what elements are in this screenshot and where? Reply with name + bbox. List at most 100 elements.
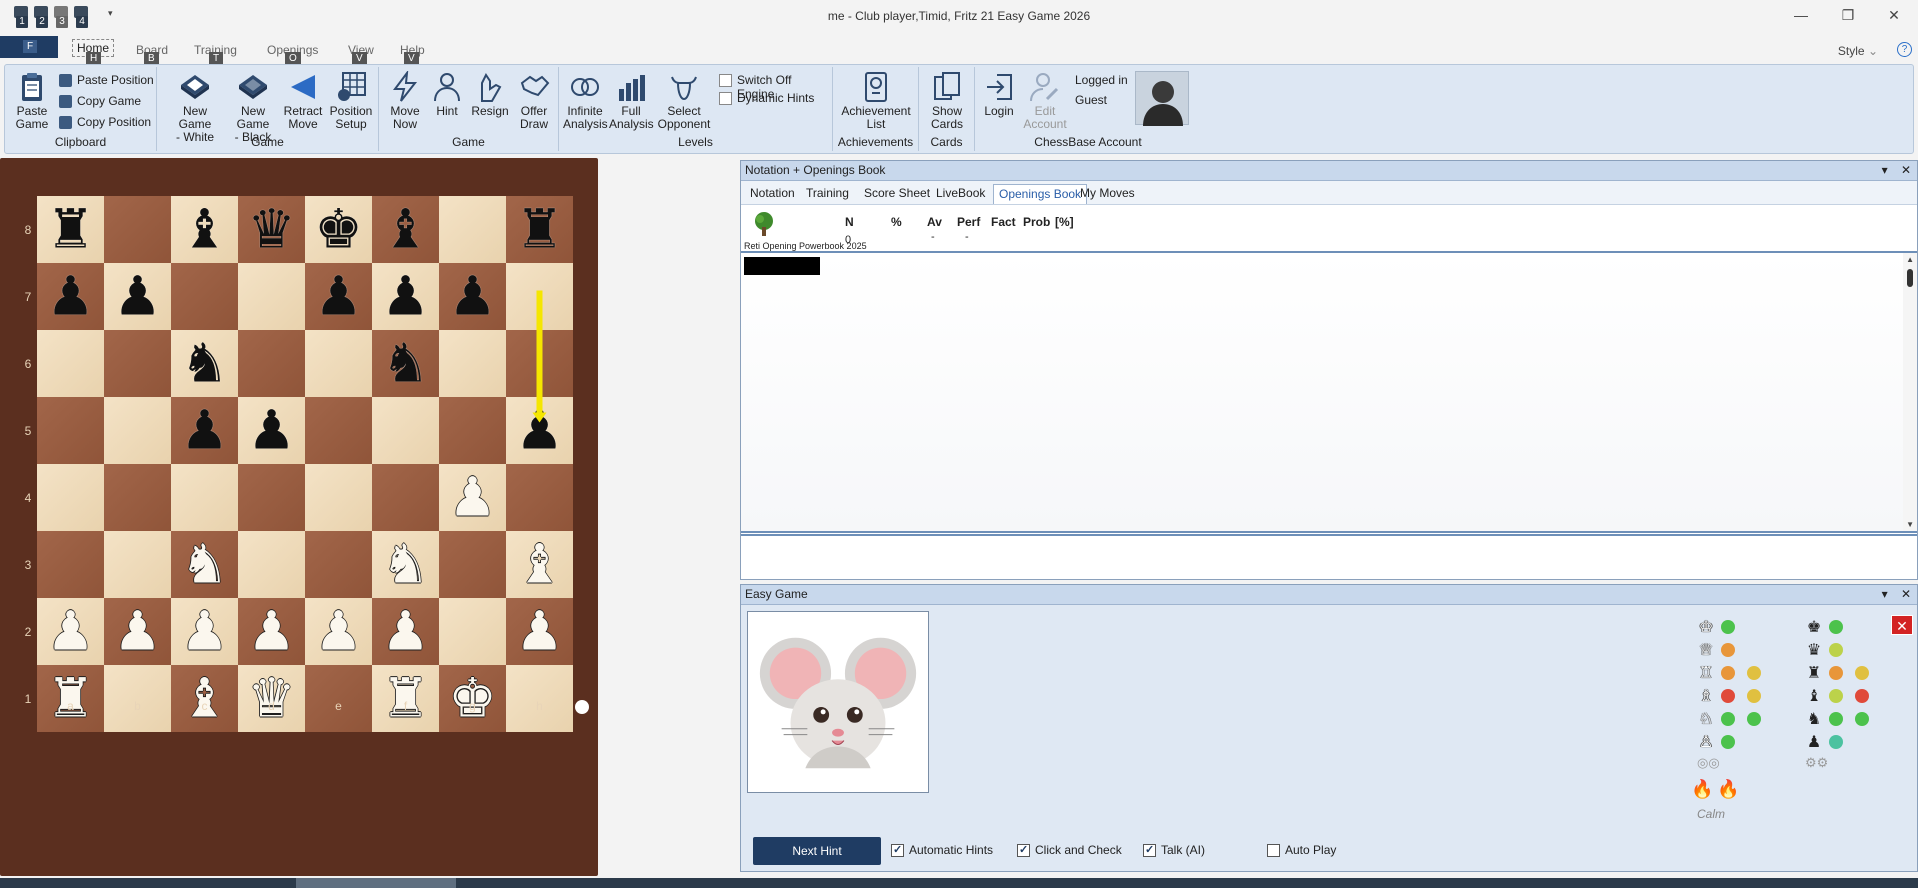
click-and-check-checkbox[interactable]: Click and Check xyxy=(1017,843,1122,859)
black-rook-a8[interactable]: ♜ xyxy=(37,196,104,263)
talk-ai-checkbox[interactable]: Talk (AI) xyxy=(1143,843,1205,859)
black-pawn-a7[interactable]: ♟ xyxy=(37,263,104,330)
square-f5[interactable] xyxy=(372,397,439,464)
square-d7[interactable] xyxy=(238,263,305,330)
selected-move-highlight[interactable] xyxy=(744,257,820,275)
black-pawn-b7[interactable]: ♟ xyxy=(104,263,171,330)
square-g3[interactable] xyxy=(439,531,506,598)
automatic-hints-checkbox[interactable]: Automatic Hints xyxy=(891,843,993,859)
panel-close-icon[interactable]: ✕ xyxy=(1901,163,1911,177)
file-tab[interactable]: F xyxy=(0,36,58,58)
col-prob-percent[interactable]: [%] xyxy=(1055,215,1074,229)
close-opponent-button[interactable]: ✕ xyxy=(1891,615,1913,635)
col-perf[interactable]: Perf xyxy=(957,215,980,229)
switch-off-engine-checkbox[interactable]: Switch Off Engine xyxy=(719,73,832,101)
panel-menu-icon[interactable]: ▾ xyxy=(1882,587,1888,601)
square-c7[interactable] xyxy=(171,263,238,330)
square-b5[interactable] xyxy=(104,397,171,464)
square-e6[interactable] xyxy=(305,330,372,397)
black-pawn-d5[interactable]: ♟ xyxy=(238,397,305,464)
scroll-up-icon[interactable]: ▲ xyxy=(1906,255,1914,264)
avatar[interactable] xyxy=(1135,71,1189,126)
copy-game-button[interactable]: Copy Game xyxy=(59,92,141,110)
square-a4[interactable] xyxy=(37,464,104,531)
new-game-white-button[interactable]: New Game - White xyxy=(167,71,223,144)
col-av[interactable]: Av xyxy=(927,215,942,229)
style-menu[interactable]: Style ⌄ xyxy=(1838,44,1878,58)
square-h6[interactable] xyxy=(506,330,573,397)
square-b8[interactable] xyxy=(104,196,171,263)
black-rook-h8[interactable]: ♜ xyxy=(506,196,573,263)
select-opponent-button[interactable]: Select Opponent xyxy=(657,71,711,131)
edit-account-button[interactable]: Edit Account xyxy=(1021,71,1069,131)
square-h7[interactable] xyxy=(506,263,573,330)
tab-training[interactable]: Training xyxy=(801,184,854,204)
paste-position-button[interactable]: Paste Position xyxy=(59,71,154,89)
white-pawn-e2[interactable]: ♟ xyxy=(305,598,372,665)
square-g8[interactable] xyxy=(439,196,506,263)
white-pawn-h2[interactable]: ♟ xyxy=(506,598,573,665)
retract-move-button[interactable]: Retract Move xyxy=(281,71,325,131)
position-setup-button[interactable]: Position Setup xyxy=(327,71,375,131)
infinite-analysis-button[interactable]: Infinite Analysis xyxy=(563,71,608,131)
white-knight-f3[interactable]: ♞ xyxy=(372,531,439,598)
col-fact[interactable]: Fact xyxy=(991,215,1016,229)
chess-board[interactable]: ♜ ♝ ♛ ♚ ♝ ♜ ♟ ♟ ♟ ♟ ♟ ♞ ♞ ♟ ♟ ♟ ♟ ♞ ♞ ♝ ♟ ♟ ♟ ♟ ♟ ♟ ♟ ♜ ♝ ♛ ♜ ♚ xyxy=(37,196,573,732)
white-pawn-g4[interactable]: ♟ xyxy=(439,464,506,531)
minimize-button[interactable]: — xyxy=(1786,7,1816,23)
square-g6[interactable] xyxy=(439,330,506,397)
square-g2[interactable] xyxy=(439,598,506,665)
black-bishop-f8[interactable]: ♝ xyxy=(372,196,439,263)
col-percent[interactable]: % xyxy=(891,215,902,229)
dynamic-hints-checkbox[interactable]: Dynamic Hints xyxy=(719,91,814,107)
white-pawn-c2[interactable]: ♟ xyxy=(171,598,238,665)
new-game-black-button[interactable]: New Game - Black xyxy=(225,71,281,144)
login-button[interactable]: Login xyxy=(979,71,1019,118)
tab-score-sheet[interactable]: Score Sheet xyxy=(859,184,935,204)
scroll-down-icon[interactable]: ▼ xyxy=(1906,520,1914,529)
full-analysis-button[interactable]: Full Analysis xyxy=(609,71,654,131)
panel-menu-icon[interactable]: ▾ xyxy=(1882,163,1888,177)
square-f4[interactable] xyxy=(372,464,439,531)
resign-button[interactable]: Resign xyxy=(469,71,511,118)
black-pawn-h5[interactable]: ♟ xyxy=(506,397,573,464)
black-knight-f6[interactable]: ♞ xyxy=(372,330,439,397)
square-d3[interactable] xyxy=(238,531,305,598)
black-pawn-e7[interactable]: ♟ xyxy=(305,263,372,330)
square-b6[interactable] xyxy=(104,330,171,397)
offer-draw-button[interactable]: Offer Draw xyxy=(513,71,555,131)
white-pawn-a2[interactable]: ♟ xyxy=(37,598,104,665)
black-pawn-c5[interactable]: ♟ xyxy=(171,397,238,464)
square-e3[interactable] xyxy=(305,531,372,598)
black-knight-c6[interactable]: ♞ xyxy=(171,330,238,397)
white-bishop-h3[interactable]: ♝ xyxy=(506,531,573,598)
move-now-button[interactable]: Move Now xyxy=(385,71,425,131)
scrollbar[interactable]: ▲ ▼ xyxy=(1903,253,1917,531)
col-n[interactable]: N xyxy=(845,215,854,229)
black-queen-d8[interactable]: ♛ xyxy=(238,196,305,263)
square-a3[interactable] xyxy=(37,531,104,598)
restore-button[interactable]: ❐ xyxy=(1833,7,1863,24)
square-g5[interactable] xyxy=(439,397,506,464)
tab-notation[interactable]: Notation xyxy=(745,184,800,204)
copy-position-button[interactable]: Copy Position xyxy=(59,113,151,131)
paste-game-button[interactable]: Paste Game xyxy=(11,71,53,131)
black-bishop-c8[interactable]: ♝ xyxy=(171,196,238,263)
scroll-thumb[interactable] xyxy=(1907,269,1913,287)
black-pawn-f7[interactable]: ♟ xyxy=(372,263,439,330)
square-b3[interactable] xyxy=(104,531,171,598)
tab-livebook[interactable]: LiveBook xyxy=(931,184,990,204)
black-king-e8[interactable]: ♚ xyxy=(305,196,372,263)
black-pawn-g7[interactable]: ♟ xyxy=(439,263,506,330)
white-pawn-b2[interactable]: ♟ xyxy=(104,598,171,665)
square-h4[interactable] xyxy=(506,464,573,531)
show-cards-button[interactable]: Show Cards xyxy=(923,71,971,131)
white-pawn-d2[interactable]: ♟ xyxy=(238,598,305,665)
square-b4[interactable] xyxy=(104,464,171,531)
auto-play-checkbox[interactable]: Auto Play xyxy=(1267,843,1336,859)
square-d4[interactable] xyxy=(238,464,305,531)
openings-book-list[interactable]: ▲ ▼ xyxy=(741,253,1917,533)
square-e5[interactable] xyxy=(305,397,372,464)
square-a5[interactable] xyxy=(37,397,104,464)
next-hint-button[interactable]: Next Hint xyxy=(753,837,881,865)
